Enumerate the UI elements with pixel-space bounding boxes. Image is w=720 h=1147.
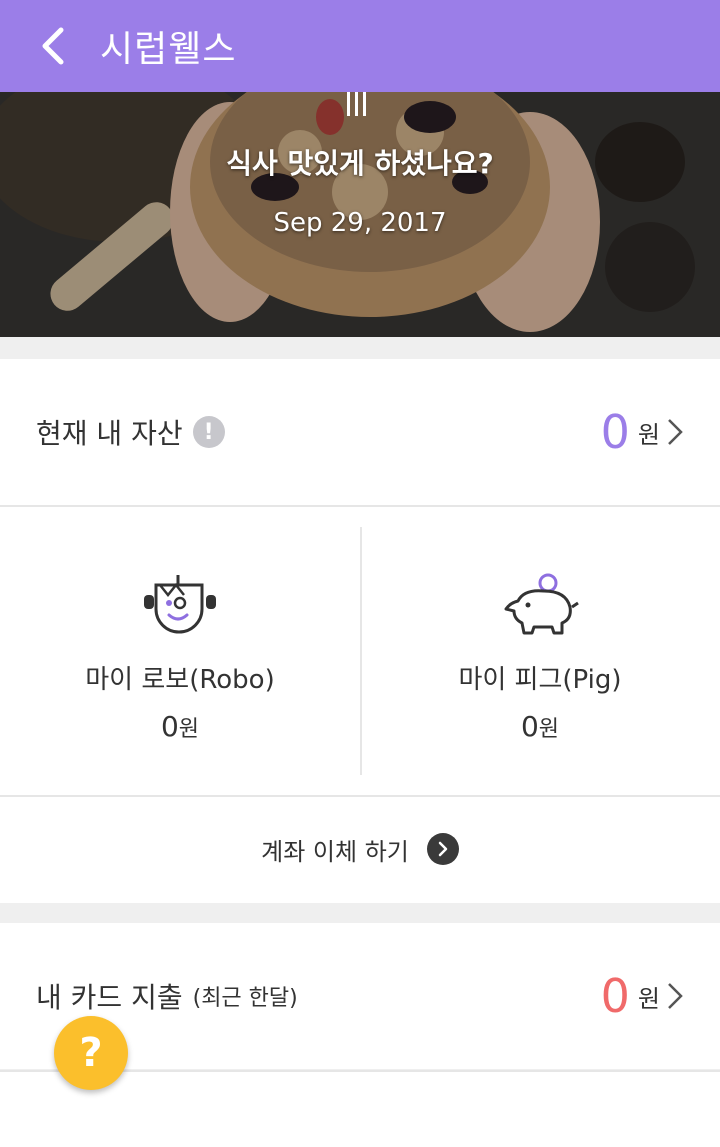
greeting-text: 식사 맛있게 하셨나요? (226, 147, 494, 180)
vertical-divider (360, 527, 362, 775)
sub-accounts: 마이 로보(Robo) 0원 마이 피그(Pig) 0원 (0, 507, 720, 797)
date-text: Sep 29, 2017 (273, 208, 447, 238)
pig-amount: 0 (520, 710, 539, 743)
arrow-circle-icon (426, 833, 459, 865)
chevron-right-icon (666, 981, 684, 1011)
transfer-button[interactable]: 계좌 이체 하기 (0, 797, 720, 901)
info-icon[interactable]: ! (192, 416, 225, 448)
piggy-bank-icon (504, 573, 579, 635)
robot-face-icon (144, 575, 216, 634)
spending-unit: 원 (637, 984, 660, 1013)
pig-label: 마이 피그(Pig) (458, 665, 622, 695)
app-header: 시럽웰스 (0, 0, 720, 92)
currency-unit: 원 (637, 420, 660, 449)
page-title: 시럽웰스 (100, 29, 237, 70)
help-icon: ? (79, 1030, 103, 1076)
robo-amount-row: 0원 (161, 710, 199, 743)
assets-card: 현재 내 자산 ! 0 원 마이 로보(Robo) 0원 마이 피그(Pig) … (0, 359, 720, 903)
pig-unit: 원 (538, 717, 560, 742)
chevron-right-icon (666, 417, 684, 447)
spending-amount: 0 (600, 969, 630, 1023)
chevron-left-icon (42, 27, 64, 65)
spending-label: 내 카드 지출 (36, 981, 183, 1014)
robo-unit: 원 (178, 717, 200, 742)
robo-label: 마이 로보(Robo) (85, 665, 275, 695)
pig-amount-row: 0원 (521, 710, 559, 743)
total-assets-row[interactable]: 현재 내 자산 ! 0 원 (0, 359, 720, 507)
robo-account[interactable]: 마이 로보(Robo) 0원 (0, 507, 360, 795)
robo-amount: 0 (160, 710, 179, 743)
pig-account[interactable]: 마이 피그(Pig) 0원 (360, 507, 720, 795)
help-button[interactable]: ? (54, 1016, 128, 1090)
spending-period: (최근 한달) (192, 986, 298, 1011)
meal-banner: 식사 맛있게 하셨나요? Sep 29, 2017 (0, 92, 720, 337)
transfer-label: 계좌 이체 하기 (261, 837, 409, 866)
total-assets-label: 현재 내 자산 (36, 417, 183, 450)
back-button[interactable] (22, 16, 82, 76)
total-assets-amount: 0 (600, 405, 630, 459)
